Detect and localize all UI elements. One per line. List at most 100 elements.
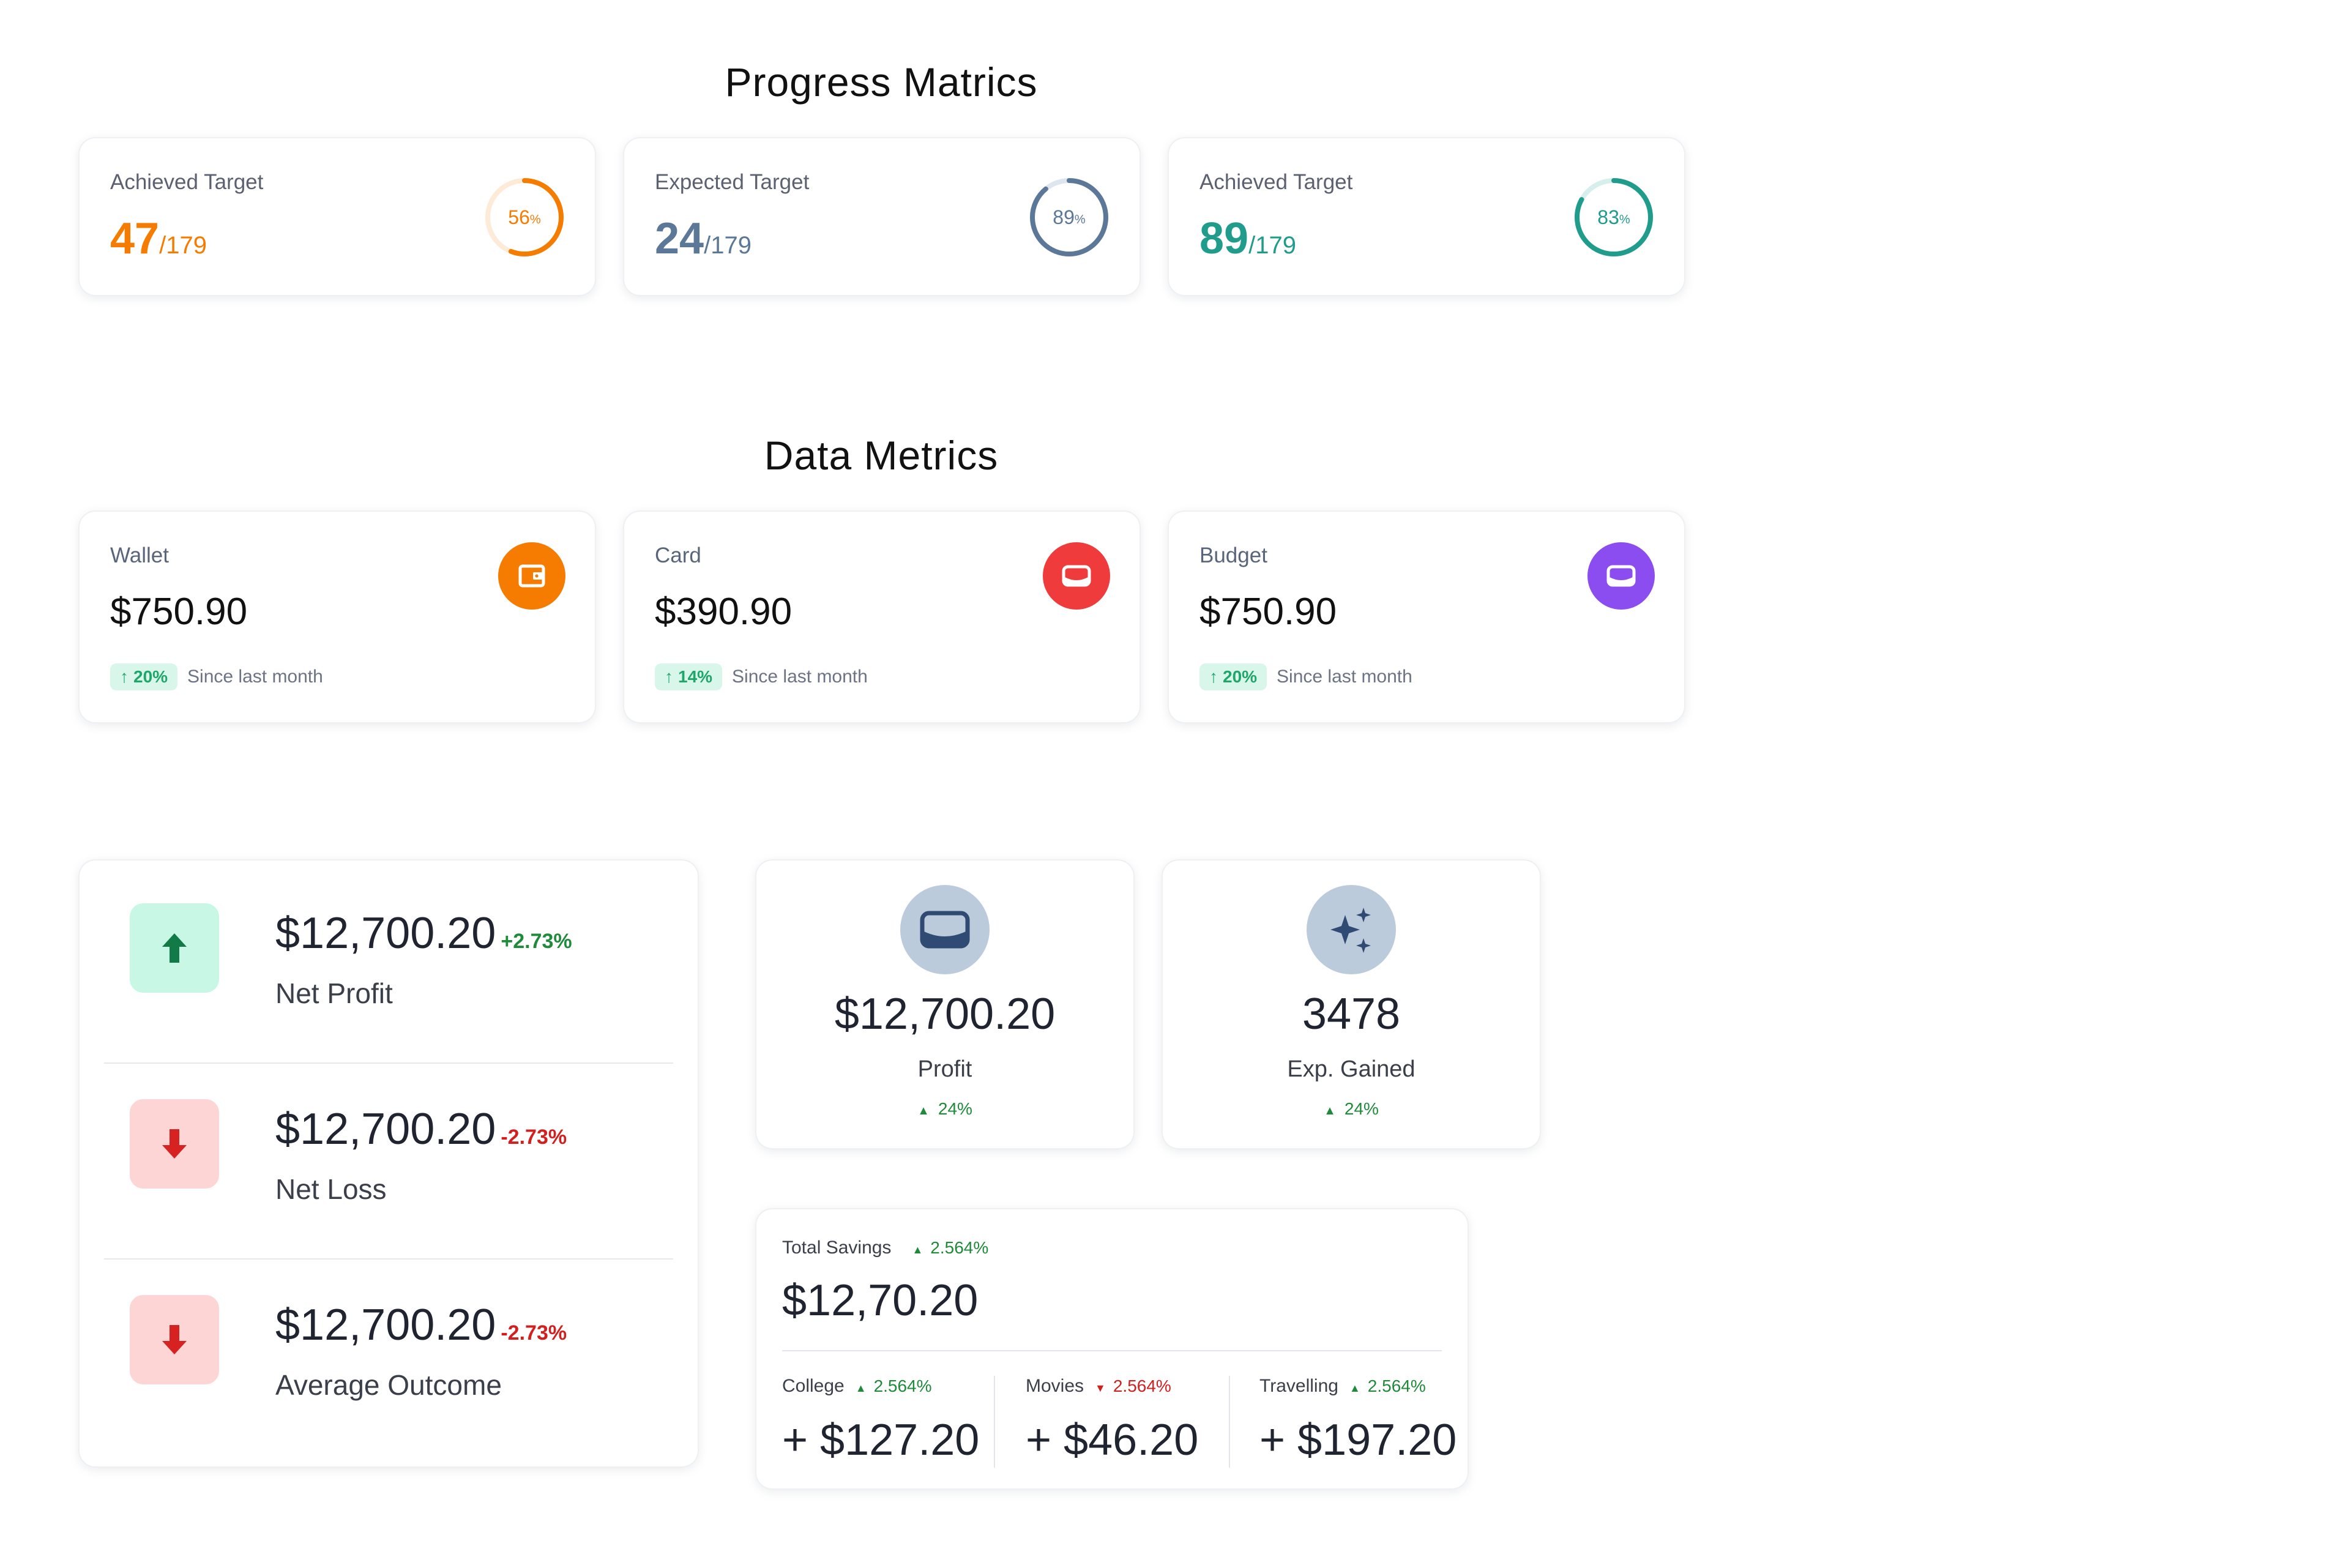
list-item-label: Net Profit [275, 977, 393, 1009]
progress-value-denominator: /179 [1248, 232, 1296, 259]
progress-value-number: 89 [1199, 214, 1249, 263]
change-badge: ↑ 14% [655, 663, 723, 690]
data-card-budget[interactable]: Budget $750.90 ↑ 20% Since last month [1169, 512, 1684, 722]
data-card-label: Card [655, 543, 701, 567]
since-text: Since last month [1277, 666, 1412, 687]
card-icon [1043, 542, 1110, 610]
data-card-value: $390.90 [655, 591, 793, 633]
since-text: Since last month [732, 666, 868, 687]
list-item-average-outcome[interactable]: $12,700.20 -2.73% Average Outcome [104, 1252, 673, 1448]
list-item-label: Average Outcome [275, 1369, 502, 1401]
savings-column-label: Travelling [1259, 1376, 1338, 1396]
list-item-value: $12,700.20 [275, 909, 496, 958]
triangle-up-icon: ▲ [1349, 1382, 1360, 1394]
progress-ring-label: 56% [483, 176, 565, 258]
sparkles-icon [1307, 885, 1396, 974]
savings-column-value: + $127.20 [782, 1416, 980, 1465]
progress-ring: 83% [1573, 176, 1655, 258]
progress-ring: 56% [483, 176, 565, 258]
progress-value-number: 24 [655, 214, 704, 263]
arrow-down-icon [130, 1099, 219, 1189]
savings-header: Total Savings ▲ 2.564% [782, 1238, 988, 1258]
list-item-value: $12,700.20 [275, 1105, 496, 1154]
data-card-wallet[interactable]: Wallet $750.90 ↑ 20% Since last month [80, 512, 595, 722]
change-badge: ↑ 20% [1199, 663, 1267, 690]
divider [994, 1376, 995, 1468]
change-badge-value: 20% [1223, 667, 1258, 686]
list-item-change: -2.73% [501, 1321, 567, 1345]
progress-ring-percent-symbol: % [529, 212, 541, 226]
stat-change: ▲ 24% [756, 1099, 1133, 1119]
arrow-down-icon [130, 1295, 219, 1384]
data-section-title: Data Metrics [764, 433, 999, 478]
progress-ring-percent: 89 [1053, 206, 1075, 228]
card-icon [1587, 542, 1655, 610]
list-item-label: Net Loss [275, 1173, 387, 1205]
progress-card-value: 89/179 [1199, 217, 1296, 261]
savings-total: $12,70.20 [782, 1276, 979, 1325]
data-card-footer: ↑ 20% Since last month [110, 663, 323, 690]
progress-value-denominator: /179 [159, 232, 207, 259]
divider [782, 1350, 1442, 1351]
progress-card-expected[interactable]: Expected Target 24/179 89% [624, 138, 1140, 295]
data-card-label: Wallet [110, 543, 169, 567]
list-item-amount: $12,700.20 -2.73% [275, 1300, 567, 1350]
list-item-net-loss[interactable]: $12,700.20 -2.73% Net Loss [104, 1056, 673, 1252]
savings-column-change: ▼ 2.564% [1095, 1376, 1171, 1396]
progress-ring-label: 83% [1573, 176, 1655, 258]
savings-column-change: ▲ 2.564% [1349, 1376, 1426, 1396]
triangle-down-icon: ▼ [1095, 1382, 1106, 1394]
stat-label: Profit [917, 1056, 972, 1082]
savings-column-change-value: 2.564% [1367, 1376, 1426, 1395]
savings-column-label: Movies [1026, 1376, 1084, 1396]
progress-value-denominator: /179 [704, 232, 752, 259]
stat-value: $12,700.20 [834, 990, 1056, 1039]
triangle-up-icon: ▲ [917, 1104, 930, 1118]
savings-change: ▲ 2.564% [912, 1238, 988, 1258]
progress-card-value: 47/179 [110, 217, 207, 261]
stat-label: Exp. Gained [1287, 1056, 1416, 1082]
savings-column-value: + $197.20 [1259, 1416, 1457, 1465]
data-card-footer: ↑ 20% Since last month [1199, 663, 1412, 690]
savings-column-change-value: 2.564% [873, 1376, 932, 1395]
progress-ring-percent: 56 [508, 206, 530, 228]
stat-value: 3478 [1302, 990, 1401, 1039]
stat-change-value: 24% [1344, 1099, 1379, 1118]
change-badge: ↑ 20% [110, 663, 178, 690]
progress-card-label: Achieved Target [110, 170, 264, 194]
wallet-icon [498, 542, 565, 610]
savings-card[interactable]: Total Savings ▲ 2.564% $12,70.20 College … [756, 1209, 1468, 1488]
progress-card-value: 24/179 [655, 217, 752, 261]
card-icon [900, 885, 990, 974]
triangle-up-icon: ▲ [912, 1244, 923, 1256]
savings-column-label: College [782, 1376, 845, 1396]
divider [1229, 1376, 1230, 1468]
savings-column-change-value: 2.564% [1113, 1376, 1171, 1395]
arrow-up-icon: ↑ [1209, 667, 1218, 686]
savings-column-change: ▲ 2.564% [856, 1376, 932, 1396]
progress-card-achieved[interactable]: Achieved Target 47/179 56% [80, 138, 595, 295]
list-item-value: $12,700.20 [275, 1301, 496, 1350]
change-badge-value: 20% [133, 667, 168, 686]
progress-card-label: Achieved Target [1199, 170, 1353, 194]
stat-card-profit[interactable]: $12,700.20 Profit ▲ 24% [756, 861, 1133, 1148]
list-item-change: -2.73% [501, 1126, 567, 1149]
list-item-amount: $12,700.20 +2.73% [275, 908, 572, 958]
stat-change: ▲ 24% [1163, 1099, 1540, 1119]
data-card-label: Budget [1199, 543, 1267, 567]
savings-change-value: 2.564% [930, 1238, 989, 1257]
data-card-footer: ↑ 14% Since last month [655, 663, 868, 690]
progress-section-title: Progress Matrics [725, 59, 1038, 105]
triangle-up-icon: ▲ [1324, 1104, 1336, 1118]
progress-card-achieved-2[interactable]: Achieved Target 89/179 83% [1169, 138, 1684, 295]
savings-column-value: + $46.20 [1026, 1416, 1199, 1465]
progress-ring-percent: 83 [1597, 206, 1619, 228]
stat-card-exp-gained[interactable]: 3478 Exp. Gained ▲ 24% [1163, 861, 1540, 1148]
arrow-up-icon: ↑ [120, 667, 129, 686]
list-item-net-profit[interactable]: $12,700.20 +2.73% Net Profit [104, 861, 673, 1056]
savings-label: Total Savings [782, 1238, 892, 1258]
progress-card-label: Expected Target [655, 170, 810, 194]
data-card-value: $750.90 [110, 591, 248, 633]
list-item-amount: $12,700.20 -2.73% [275, 1104, 567, 1154]
data-card-card[interactable]: Card $390.90 ↑ 14% Since last month [624, 512, 1140, 722]
